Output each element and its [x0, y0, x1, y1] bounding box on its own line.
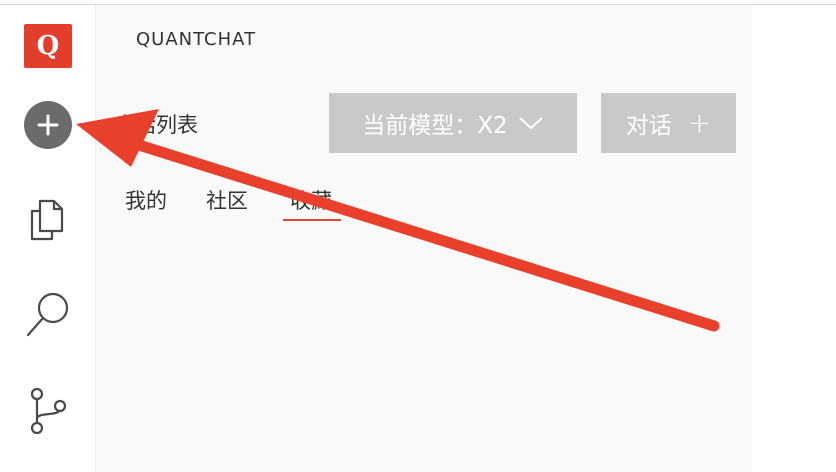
conversation-panel: QUANTCHAT 会话列表 当前模型：X2 对话 + 我的 社区 收藏: [96, 5, 752, 472]
brand-title: QUANTCHAT: [136, 29, 257, 50]
new-chat-button[interactable]: [24, 101, 72, 149]
search-icon[interactable]: [22, 289, 72, 339]
conversation-list-title: 会话列表: [114, 113, 198, 137]
plus-icon: [37, 114, 59, 136]
tab-favorites[interactable]: 收藏: [290, 185, 332, 215]
new-conversation-label: 对话: [625, 113, 672, 139]
logo-letter: Q: [36, 31, 60, 61]
copy-icon[interactable]: [22, 193, 72, 243]
active-tab-indicator: [283, 219, 341, 221]
chevron-down-icon: [519, 117, 543, 130]
tab-mine[interactable]: 我的: [125, 185, 167, 215]
sidebar: Q: [0, 5, 96, 472]
app-window: Q QUANTCHAT 会话列表 当前模型：X2 对话 + 我的 社区 收藏: [0, 0, 836, 472]
branch-icon[interactable]: [22, 386, 72, 436]
model-select-button[interactable]: 当前模型：X2: [329, 93, 577, 153]
plus-icon: +: [687, 106, 712, 139]
app-logo[interactable]: Q: [24, 24, 72, 68]
model-select-label: 当前模型：X2: [362, 113, 508, 139]
tab-community[interactable]: 社区: [206, 185, 248, 215]
new-conversation-button[interactable]: 对话 +: [601, 93, 736, 153]
